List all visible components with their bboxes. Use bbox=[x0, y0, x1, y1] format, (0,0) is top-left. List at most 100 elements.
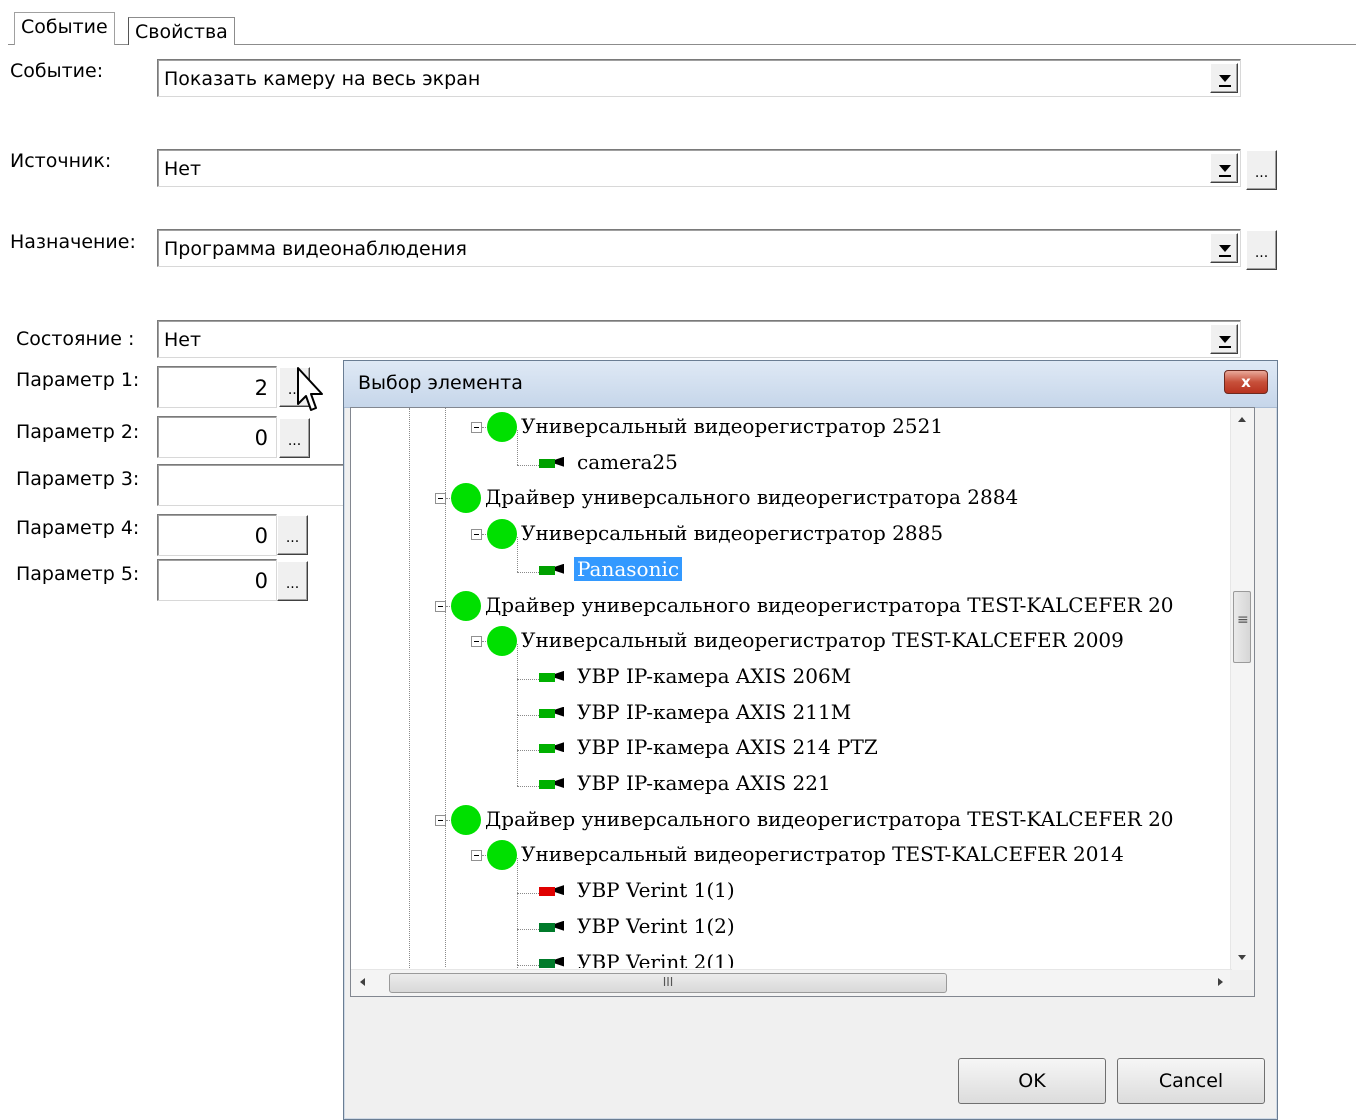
scroll-corner bbox=[1230, 970, 1254, 996]
source-browse-button[interactable]: ... bbox=[1246, 150, 1277, 190]
scroll-left-arrow-icon[interactable] bbox=[351, 970, 377, 996]
tree-connector-line bbox=[517, 678, 541, 680]
param3-input[interactable] bbox=[157, 464, 347, 506]
camera-icon-body bbox=[539, 708, 555, 718]
tree-item-camera[interactable]: Panasonic bbox=[351, 536, 1231, 587]
collapse-minus-icon[interactable] bbox=[471, 636, 482, 648]
camera-icon bbox=[539, 456, 565, 470]
param4-input[interactable]: 0 bbox=[157, 514, 277, 556]
camera-icon bbox=[539, 956, 565, 969]
param5-label: Параметр 5: bbox=[16, 563, 140, 585]
tree-item-recorder[interactable]: Универсальный видеорегистратор 2885 bbox=[351, 517, 1231, 551]
collapse-minus-icon[interactable] bbox=[471, 422, 482, 433]
online-status-icon bbox=[451, 804, 481, 835]
tree-item-camera[interactable]: УВР Verint 1(2) bbox=[351, 893, 1231, 944]
tab-event[interactable]: Событие bbox=[14, 12, 115, 45]
tree-item-driver[interactable]: Драйвер универсального видеорегистратора… bbox=[351, 481, 1231, 515]
cancel-button[interactable]: Cancel bbox=[1117, 1058, 1265, 1104]
camera-icon bbox=[539, 563, 565, 577]
tree-connector-line bbox=[517, 536, 518, 572]
param4-browse-button[interactable]: ... bbox=[277, 515, 308, 555]
close-icon[interactable]: x bbox=[1224, 370, 1268, 394]
destination-browse-button[interactable]: ... bbox=[1246, 230, 1277, 270]
tree-content: Универсальный видеорегистратор 2521 camer… bbox=[351, 408, 1231, 968]
horizontal-scrollbar[interactable]: III bbox=[351, 969, 1232, 996]
tree-item-camera[interactable]: УВР Verint 1(1) bbox=[351, 858, 1231, 908]
destination-combo[interactable]: Программа видеонаблюдения bbox=[157, 229, 1241, 267]
tree-connector-line bbox=[517, 858, 518, 894]
scroll-right-arrow-icon[interactable] bbox=[1206, 970, 1232, 996]
tree-connector-line bbox=[517, 464, 541, 466]
camera-icon-body bbox=[539, 565, 555, 575]
collapse-minus-icon[interactable] bbox=[435, 600, 446, 612]
state-combo[interactable]: Нет bbox=[157, 320, 1241, 358]
tree-connector-line bbox=[517, 751, 518, 786]
tree-item-camera[interactable]: УВР Verint 2(1) bbox=[351, 929, 1231, 969]
tree-connector-line bbox=[517, 964, 541, 966]
mouse-cursor-icon bbox=[297, 367, 323, 411]
vertical-scroll-thumb[interactable] bbox=[1233, 591, 1251, 663]
collapse-minus-icon[interactable] bbox=[435, 814, 446, 826]
param2-input[interactable]: 0 bbox=[157, 416, 277, 458]
dialog-title: Выбор элемента bbox=[358, 372, 523, 394]
tree-connector-line bbox=[517, 929, 518, 965]
source-combo-value: Нет bbox=[164, 158, 202, 180]
select-element-dialog: Выбор элемента x Универсальный видеореги… bbox=[343, 360, 1278, 1120]
camera-icon bbox=[539, 706, 565, 720]
camera-icon bbox=[539, 741, 565, 755]
collapse-minus-icon[interactable] bbox=[471, 850, 482, 862]
tree-item-recorder[interactable]: Универсальный видеорегистратор 2521 bbox=[351, 410, 1231, 444]
camera-icon-lens bbox=[555, 670, 564, 681]
param2-browse-button[interactable]: ... bbox=[279, 418, 310, 458]
chevron-down-icon[interactable] bbox=[1210, 233, 1238, 263]
param3-label: Параметр 3: bbox=[16, 468, 140, 490]
param5-input[interactable]: 0 bbox=[157, 559, 277, 601]
online-status-icon bbox=[451, 483, 481, 514]
chevron-down-icon[interactable] bbox=[1210, 324, 1238, 354]
camera-icon-body bbox=[539, 958, 555, 968]
tree-item-camera[interactable]: УВР IP-камера AXIS 206M bbox=[351, 643, 1231, 694]
collapse-minus-icon[interactable] bbox=[471, 529, 482, 541]
vertical-scrollbar[interactable] bbox=[1230, 408, 1254, 970]
event-combo[interactable]: Показать камеру на весь экран bbox=[157, 59, 1241, 97]
tree-connector-line bbox=[517, 750, 541, 752]
param5-browse-button[interactable]: ... bbox=[277, 561, 308, 601]
dialog-titlebar[interactable]: Выбор элемента x bbox=[344, 361, 1277, 408]
chevron-down-icon[interactable] bbox=[1210, 63, 1238, 93]
tree-item-recorder[interactable]: Универсальный видеорегистратор TEST-KALC… bbox=[351, 838, 1231, 872]
tree-connector-line bbox=[517, 715, 518, 751]
online-status-icon bbox=[487, 626, 517, 657]
tree-item-label: Универсальный видеорегистратор 2521 bbox=[521, 414, 944, 438]
camera-icon-body bbox=[539, 887, 555, 897]
camera-icon-lens bbox=[555, 885, 564, 896]
collapse-minus-icon[interactable] bbox=[435, 493, 446, 505]
tree-item-recorder[interactable]: Универсальный видеорегистратор TEST-KALC… bbox=[351, 624, 1231, 658]
tree-item-camera[interactable]: УВР IP-камера AXIS 211M bbox=[351, 679, 1231, 730]
camera-icon-body bbox=[539, 744, 555, 754]
tree-connector-line bbox=[517, 893, 518, 929]
tree-item-driver[interactable]: Драйвер универсального видеорегистратора… bbox=[351, 589, 1231, 623]
tree-item-camera[interactable]: camera25 bbox=[351, 429, 1231, 480]
destination-combo-value: Программа видеонаблюдения bbox=[164, 238, 467, 260]
tree-item-driver[interactable]: Драйвер универсального видеорегистратора… bbox=[351, 803, 1231, 837]
camera-icon-body bbox=[539, 780, 555, 789]
camera-icon-lens bbox=[555, 742, 564, 753]
camera-icon-lens bbox=[555, 706, 564, 717]
param1-input[interactable]: 2 bbox=[157, 366, 277, 408]
tree-item-label: УВР IP-камера AXIS 206M bbox=[577, 663, 852, 688]
ok-button[interactable]: OK bbox=[958, 1058, 1106, 1104]
tab-properties[interactable]: Свойства bbox=[128, 17, 235, 45]
tree-connector-line bbox=[517, 643, 518, 679]
horizontal-scroll-thumb[interactable]: III bbox=[389, 973, 947, 993]
scroll-up-arrow-icon[interactable] bbox=[1231, 408, 1254, 430]
tree-item-camera[interactable]: УВР IP-камера AXIS 214 PTZ bbox=[351, 715, 1231, 765]
camera-icon bbox=[539, 670, 565, 684]
scroll-down-arrow-icon[interactable] bbox=[1231, 948, 1254, 970]
tree-item-camera[interactable]: УВР IP-камера AXIS 221 bbox=[351, 751, 1231, 801]
chevron-down-icon[interactable] bbox=[1210, 153, 1238, 183]
camera-icon bbox=[539, 884, 565, 898]
destination-label: Назначение: bbox=[10, 231, 136, 253]
online-status-icon bbox=[487, 840, 517, 871]
source-combo[interactable]: Нет bbox=[157, 149, 1241, 187]
element-tree[interactable]: Универсальный видеорегистратор 2521 camer… bbox=[350, 407, 1255, 997]
